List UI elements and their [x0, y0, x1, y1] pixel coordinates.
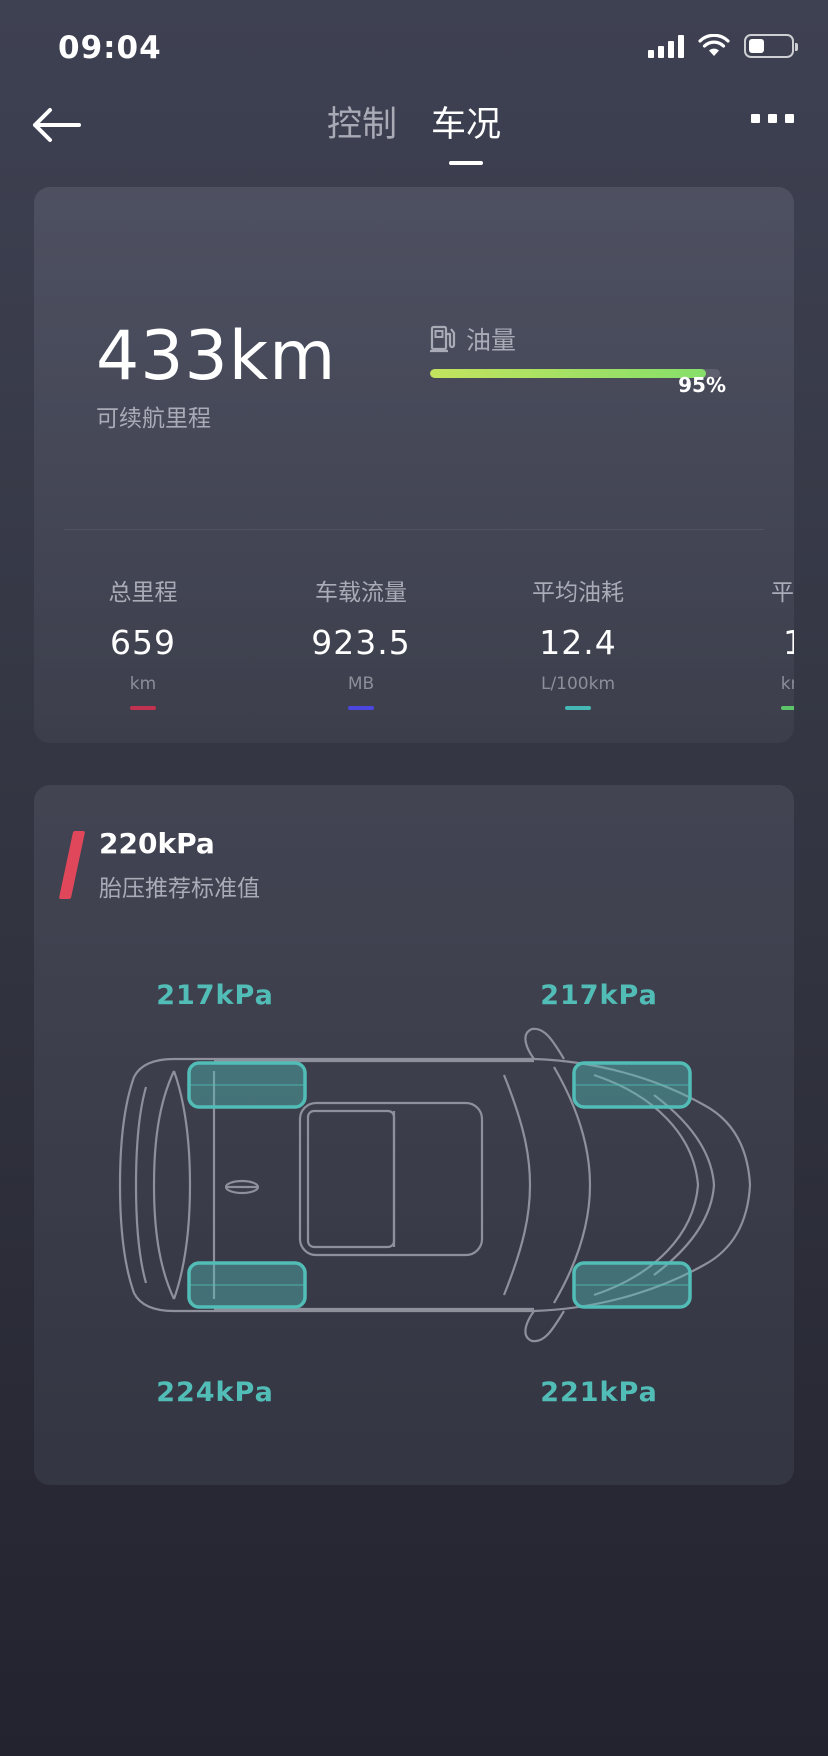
- fuel-level: 油量 95%: [430, 321, 726, 397]
- card-divider: [64, 529, 764, 530]
- battery-icon: [744, 34, 798, 58]
- stat-label: 总里程: [108, 580, 178, 606]
- stat-value: 659: [110, 623, 176, 662]
- stat-unit: km: [129, 674, 157, 694]
- stat-color-mark: [348, 706, 374, 710]
- tab-vehicle-status[interactable]: 车况: [429, 96, 503, 147]
- tab-control[interactable]: 控制: [325, 96, 399, 147]
- status-time: 09:04: [58, 30, 162, 66]
- stat-label: 平均: [771, 580, 794, 606]
- standard-indicator-bar: [58, 831, 86, 899]
- range-label: 可续航里程: [96, 406, 211, 432]
- more-dot: [785, 114, 794, 123]
- fuel-percent: 95%: [678, 373, 726, 397]
- stat-unit: MB: [347, 674, 375, 694]
- stat-avg-partial: 平均 1 km: [689, 573, 794, 710]
- fuel-progress-fill: [430, 369, 706, 378]
- tab-bar: 控制 车况: [0, 96, 828, 147]
- standard-pressure-value: 220kPa: [99, 827, 215, 860]
- stat-label: 平均油耗: [532, 580, 624, 606]
- stat-unit: L/100km: [540, 674, 616, 694]
- status-bar: 09:04: [0, 0, 828, 96]
- cellular-signal-icon: [648, 34, 684, 58]
- fuel-label: 油量: [466, 326, 517, 355]
- stat-value: 1: [689, 623, 794, 662]
- stat-color-mark: [130, 706, 156, 710]
- standard-pressure-label: 胎压推荐标准值: [99, 876, 260, 902]
- tire-rear-right-pressure: 221kPa: [540, 1377, 658, 1408]
- more-button[interactable]: [751, 114, 794, 123]
- stat-color-mark: [781, 706, 794, 710]
- stat-avg-fuel-consumption: 平均油耗 12.4 L/100km: [473, 573, 683, 710]
- stat-total-mileage: 总里程 659 km: [38, 573, 248, 710]
- tire-front-left-pressure: 217kPa: [156, 980, 274, 1011]
- stat-label: 车载流量: [315, 580, 407, 606]
- stat-color-mark: [565, 706, 591, 710]
- range-value: 433km: [96, 317, 337, 396]
- stats-row[interactable]: 总里程 659 km 车载流量 923.5 MB 平均油耗 12.4 L/100…: [34, 573, 794, 710]
- wifi-icon: [698, 34, 730, 56]
- fuel-pump-icon: [430, 325, 456, 353]
- tire-rear-left-pressure: 224kPa: [156, 1377, 274, 1408]
- tire-pressure-card: 220kPa 胎压推荐标准值 217kPa 217kPa 224kPa 221k…: [34, 785, 794, 1485]
- status-icons: [648, 34, 798, 58]
- fuel-progress-bar: [430, 369, 720, 378]
- stat-data-usage: 车载流量 923.5 MB: [256, 573, 466, 710]
- tire-front-right-pressure: 217kPa: [540, 980, 658, 1011]
- more-dot: [768, 114, 777, 123]
- top-nav: 控制 车况: [0, 96, 828, 166]
- vehicle-summary-card: 433km 可续航里程 油量 95% 总里程 659 km 车载流量 923.5: [34, 187, 794, 743]
- stat-unit: km: [780, 674, 794, 694]
- car-top-view-illustration: [118, 1027, 752, 1343]
- more-dot: [751, 114, 760, 123]
- stat-value: 923.5: [311, 623, 411, 662]
- stat-value: 12.4: [539, 623, 617, 662]
